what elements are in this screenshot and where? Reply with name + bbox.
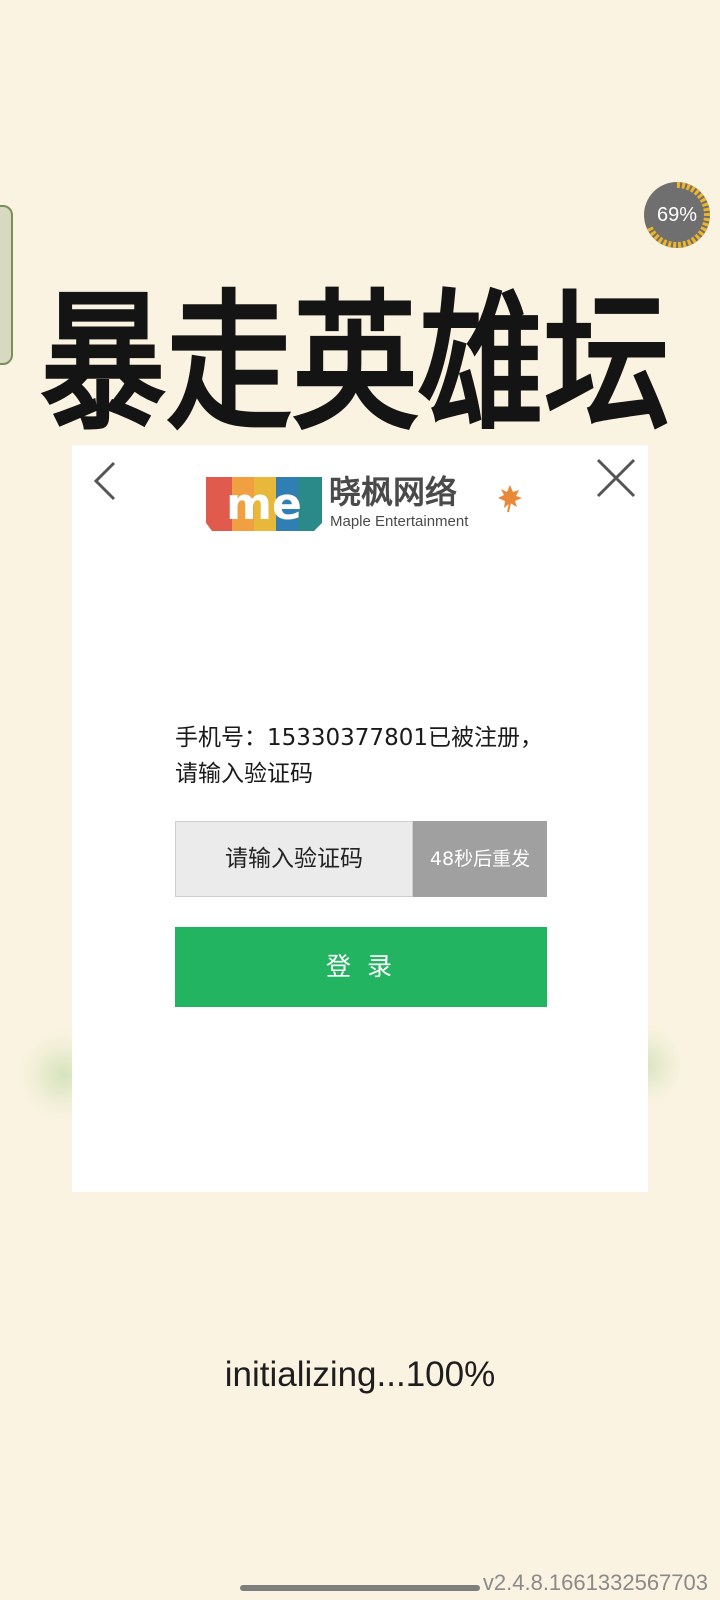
- game-title-art: 暴走英雄坛: [40, 230, 680, 440]
- chevron-left-icon: [93, 461, 116, 501]
- progress-badge: 69%: [640, 178, 714, 252]
- verification-dialog: me 晓枫网络 Maple Entertainment 手机号：15330377…: [72, 445, 648, 1192]
- maple-me-logo-icon: me: [206, 477, 322, 531]
- login-button[interactable]: 登 录: [175, 927, 547, 1007]
- back-button[interactable]: [90, 457, 120, 505]
- progress-badge-text: 69%: [656, 204, 698, 226]
- version-label: v2.4.8.1661332567703: [482, 1570, 708, 1595]
- registration-message: 手机号：15330377801已被注册，请输入验证码: [175, 725, 543, 787]
- loading-status: initializing...100%: [224, 1355, 496, 1394]
- side-drawer-tab[interactable]: [0, 205, 13, 365]
- close-icon: [596, 458, 636, 498]
- close-button[interactable]: [595, 457, 637, 499]
- maple-leaf-icon: [498, 485, 522, 513]
- game-title-text: 暴走英雄坛: [40, 275, 670, 440]
- verification-code-input[interactable]: [175, 821, 413, 897]
- publisher-name-en: Maple Entertainment: [330, 513, 469, 530]
- verification-code-row: 48秒后重发: [175, 821, 547, 897]
- publisher-logo: me 晓枫网络 Maple Entertainment: [204, 473, 522, 535]
- publisher-name-cn: 晓枫网络: [329, 473, 458, 511]
- home-indicator[interactable]: [240, 1585, 480, 1591]
- svg-text:me: me: [226, 479, 302, 530]
- resend-code-button[interactable]: 48秒后重发: [413, 821, 547, 897]
